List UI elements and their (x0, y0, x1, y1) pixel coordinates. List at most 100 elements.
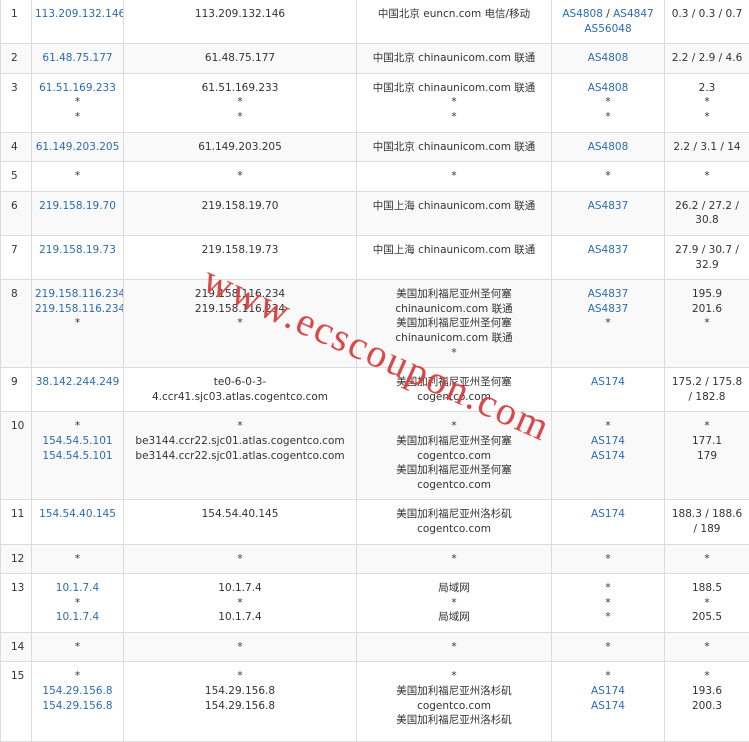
hop-number: 13 (11, 581, 28, 596)
hop-row: 261.48.75.17761.48.75.177中国北京 chinaunico… (1, 44, 749, 74)
rtt-value: 188.3 / 188.6 (668, 507, 746, 522)
ip-cell: 219.158.116.234219.158.116.234* (32, 280, 124, 368)
location-cell: 局域网*局域网 (357, 574, 552, 633)
hostname: 219.158.19.73 (127, 243, 353, 258)
asn-link[interactable]: AS174 (591, 508, 625, 520)
asn-link[interactable]: AS4808 (588, 82, 629, 94)
rtt-value: * (668, 596, 746, 611)
hostname: 4.ccr41.sjc03.atlas.cogentco.com (127, 390, 353, 405)
rtt-cell: 27.9 / 30.7 /32.9 (665, 235, 749, 279)
asn-link[interactable]: AS4847 (613, 8, 654, 20)
hostname: 61.48.75.177 (127, 51, 353, 66)
ip-link: 219.158.19.70 (35, 199, 120, 214)
asn-link[interactable]: AS4808 (588, 52, 629, 64)
ip-link: 10.1.7.4 (35, 610, 120, 625)
asn-cell: AS4808** (552, 73, 665, 132)
rtt-value: * (668, 95, 746, 110)
location: * (360, 169, 548, 184)
rtt-value: 193.6 (668, 684, 746, 699)
location: 美国加利福尼亚州洛杉矶 (360, 713, 548, 728)
rtt-value: 195.9 (668, 287, 746, 302)
asn-cell: *AS174AS174 (552, 662, 665, 742)
rtt-value: 200.3 (668, 699, 746, 714)
hop-number-cell: 4 (1, 132, 32, 162)
location: 中国北京 chinaunicom.com 联通 (360, 81, 548, 96)
asn-link[interactable]: AS174 (591, 685, 625, 697)
hostname: 219.158.116.234 (127, 287, 353, 302)
hop-row: 15*154.29.156.8154.29.156.8*154.29.156.8… (1, 662, 749, 742)
asn-link[interactable]: AS56048 (584, 23, 631, 35)
hostname: 219.158.116.234 (127, 302, 353, 317)
hostname: 10.1.7.4 (127, 581, 353, 596)
asn-link[interactable]: AS4837 (588, 244, 629, 256)
ip-link: 38.142.244.249 (35, 375, 120, 390)
asn-line: * (555, 552, 661, 567)
hop-number: 6 (11, 199, 28, 214)
rtt-cell: 26.2 / 27.2 /30.8 (665, 191, 749, 235)
asn-link[interactable]: AS4837 (588, 200, 629, 212)
hop-row: 12***** (1, 544, 749, 574)
hop-row: 6219.158.19.70219.158.19.70中国上海 chinauni… (1, 191, 749, 235)
asn-link[interactable]: AS174 (591, 700, 625, 712)
no-response: * (605, 553, 610, 565)
asn-link[interactable]: AS4808 (588, 141, 629, 153)
asn-line: * (555, 669, 661, 684)
no-response: * (35, 552, 120, 567)
hop-number-cell: 12 (1, 544, 32, 574)
asn-line: AS174 (555, 699, 661, 714)
rtt-cell: * (665, 632, 749, 662)
ip-cell: 219.158.19.73 (32, 235, 124, 279)
rtt-value: 179 (668, 449, 746, 464)
asn-link[interactable]: AS4837 (588, 288, 629, 300)
hostname-cell: 10.1.7.4*10.1.7.4 (124, 574, 357, 633)
rtt-cell: 188.5*205.5 (665, 574, 749, 633)
hop-number: 9 (11, 375, 28, 390)
asn-link[interactable]: AS4808 (562, 8, 603, 20)
asn-link[interactable]: AS174 (591, 450, 625, 462)
asn-line: AS4808 / AS4847 (555, 7, 661, 22)
hostname-cell: * (124, 544, 357, 574)
hostname: * (127, 640, 353, 655)
ip-link: 219.158.116.234 (35, 287, 120, 302)
rtt-value: 175.2 / 175.8 (668, 375, 746, 390)
rtt-value: 30.8 (668, 213, 746, 228)
ip-link: 154.54.40.145 (35, 507, 120, 522)
asn-link[interactable]: AS4837 (588, 303, 629, 315)
hostname: 61.51.169.233 (127, 81, 353, 96)
asn-link[interactable]: AS174 (591, 435, 625, 447)
location: * (360, 640, 548, 655)
hostname: * (127, 596, 353, 611)
hostname-cell: 219.158.19.73 (124, 235, 357, 279)
hop-number-cell: 2 (1, 44, 32, 74)
rtt-value: 32.9 (668, 258, 746, 273)
rtt-value: 27.9 / 30.7 / (668, 243, 746, 258)
hostname-cell: 61.149.203.205 (124, 132, 357, 162)
rtt-value: * (668, 169, 746, 184)
no-response: * (35, 95, 120, 110)
hostname-cell: 61.51.169.233** (124, 73, 357, 132)
hop-number: 10 (11, 419, 28, 434)
hostname: 154.29.156.8 (127, 684, 353, 699)
location: cogentco.com (360, 478, 548, 493)
asn-line: AS174 (555, 434, 661, 449)
asn-cell: AS174 (552, 368, 665, 412)
rtt-value: 188.5 (668, 581, 746, 596)
asn-line: AS4808 (555, 51, 661, 66)
asn-link[interactable]: AS174 (591, 376, 625, 388)
ip-cell: * (32, 162, 124, 192)
hop-row: 8219.158.116.234219.158.116.234*219.158.… (1, 280, 749, 368)
location-cell: 中国上海 chinaunicom.com 联通 (357, 235, 552, 279)
rtt-cell: * (665, 544, 749, 574)
location: cogentco.com (360, 449, 548, 464)
asn-line: * (555, 640, 661, 655)
asn-line: * (555, 419, 661, 434)
location: 美国加利福尼亚州圣何塞 (360, 434, 548, 449)
no-response: * (605, 597, 610, 609)
hop-number-cell: 5 (1, 162, 32, 192)
no-response: * (35, 669, 120, 684)
hostname: * (127, 552, 353, 567)
asn-line: AS4837 (555, 287, 661, 302)
ip-cell: 61.51.169.233** (32, 73, 124, 132)
location: * (360, 95, 548, 110)
location-cell: * (357, 162, 552, 192)
